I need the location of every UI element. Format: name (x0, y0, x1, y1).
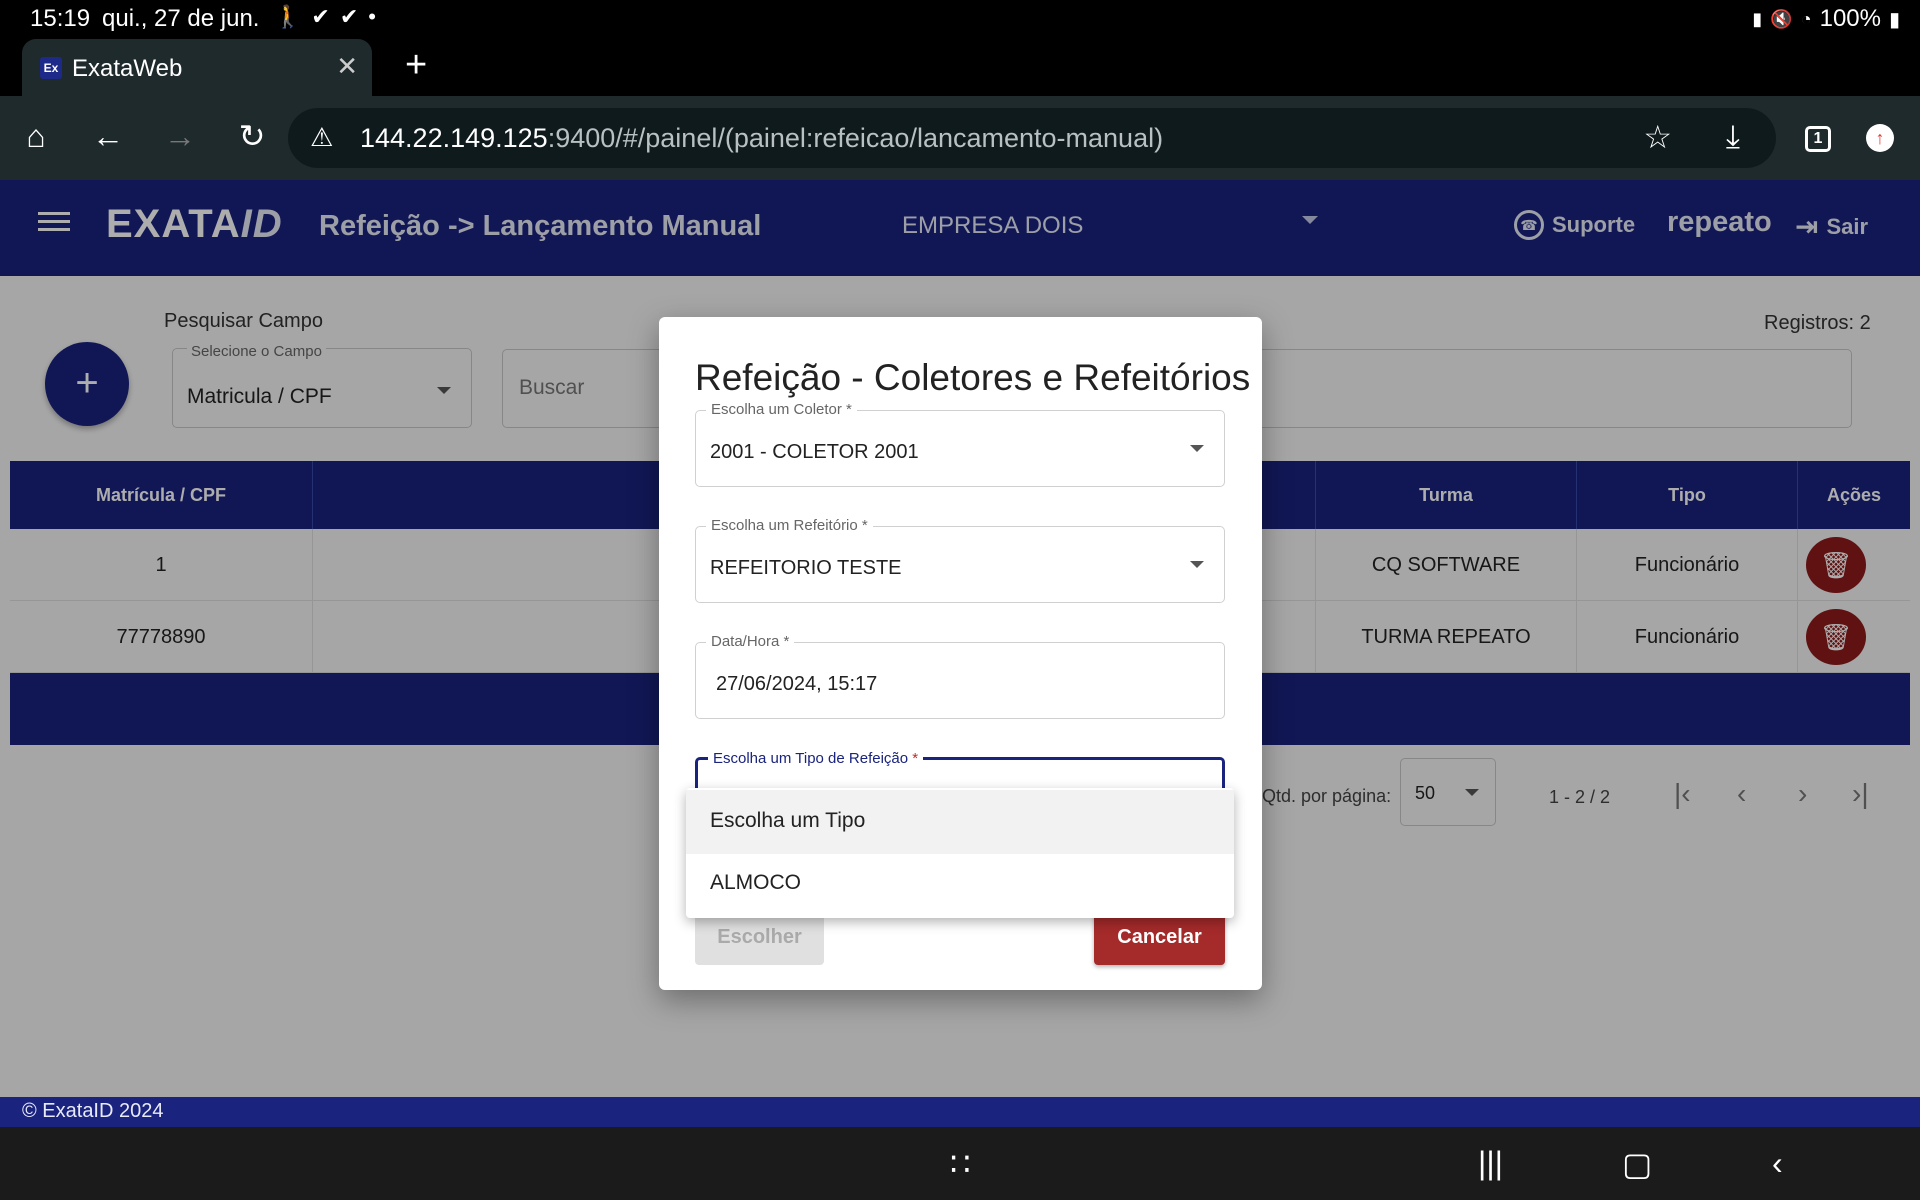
option-label: ALMOCO (710, 871, 802, 894)
refeitorio-select[interactable]: Escolha um Refeitório * REFEITORIO TESTE (695, 517, 1225, 603)
forward-icon[interactable]: → (158, 114, 202, 158)
status-system-icons: ▮ 🔇 ◔ 100% ▮ (1752, 5, 1900, 33)
check-icon: ✔ (311, 4, 330, 29)
coletor-value: 2001 - COLETOR 2001 (710, 441, 919, 463)
page-footer: © ExataID 2024 (0, 1097, 1920, 1127)
profile-update-icon[interactable]: ↑ (1866, 124, 1894, 152)
status-date: qui., 27 de jun. (102, 5, 260, 32)
coletor-label: Escolha um Coletor * (706, 401, 857, 418)
url-path: :9400/#/painel/(painel:refeicao/lancamen… (547, 123, 1164, 153)
back-icon[interactable]: ← (86, 114, 130, 158)
wifi-icon: ◔ (1800, 8, 1812, 29)
check-icon: ✔ (339, 4, 359, 29)
tab-title: ExataWeb (72, 55, 183, 82)
dropdown-option[interactable]: Escolha um Tipo (686, 790, 1234, 854)
new-tab-icon[interactable]: + (405, 44, 427, 87)
browser-toolbar: ⌂ ← → ↻ ⚠ 144.22.149.125:9400/#/painel/(… (0, 96, 1920, 180)
accessibility-icon: 🚶 (274, 4, 302, 29)
dropdown-option[interactable]: ALMOCO (686, 852, 1234, 916)
android-status-bar: 15:19 qui., 27 de jun. 🚶 ✔ ✔ • ▮ 🔇 ◔ 100… (0, 0, 1920, 36)
web-page: EXATAID Refeição -> Lançamento Manual EM… (0, 180, 1920, 1127)
url-host: 144.22.149.125 (360, 123, 548, 153)
download-icon[interactable]: ⤓ (1726, 118, 1740, 156)
mute-icon: 🔇 (1770, 8, 1793, 29)
browser-tab[interactable]: Ex ExataWeb ✕ (22, 39, 372, 96)
refeitorio-label: Escolha um Refeitório * (706, 517, 873, 534)
required-marker: * (912, 750, 919, 767)
bookmark-star-icon[interactable]: ☆ (1643, 118, 1672, 156)
close-tab-icon[interactable]: ✕ (336, 51, 358, 82)
refeitorio-value: REFEITORIO TESTE (710, 557, 902, 579)
screen: 15:19 qui., 27 de jun. 🚶 ✔ ✔ • ▮ 🔇 ◔ 100… (0, 0, 1920, 1200)
datahora-input[interactable]: Data/Hora * 27/06/2024, 15:17 (695, 633, 1225, 719)
copyright: © ExataID 2024 (22, 1100, 164, 1122)
app-drawer-icon[interactable]: ∷ (950, 1145, 970, 1183)
browser-tab-strip: Ex ExataWeb ✕ + (0, 36, 1920, 96)
status-time: 15:19 (30, 5, 91, 32)
status-notification-icons: 🚶 ✔ ✔ • (274, 4, 376, 30)
back-nav-icon[interactable]: ‹ (1772, 1145, 1783, 1182)
tipo-refeicao-label-text: Escolha um Tipo de Refeição (713, 750, 909, 767)
favicon: Ex (40, 57, 62, 79)
dot-icon: • (368, 4, 376, 29)
battery-saver-icon: ▮ (1752, 8, 1763, 29)
datahora-label: Data/Hora * (706, 633, 795, 650)
coletor-select[interactable]: Escolha um Coletor * 2001 - COLETOR 2001 (695, 401, 1225, 487)
tipo-refeicao-label: Escolha um Tipo de Refeição * (708, 750, 924, 767)
recents-icon[interactable]: ||| (1478, 1145, 1503, 1182)
address-bar[interactable]: ⚠ 144.22.149.125:9400/#/painel/(painel:r… (288, 108, 1776, 168)
datahora-value: 27/06/2024, 15:17 (716, 673, 878, 695)
tab-switcher-button[interactable]: 1 (1805, 126, 1831, 152)
battery-icon: ▮ (1888, 8, 1900, 31)
home-nav-icon[interactable]: ▢ (1622, 1145, 1652, 1183)
android-nav-bar: ∷ ||| ▢ ‹ (0, 1127, 1920, 1200)
url-text: 144.22.149.125:9400/#/painel/(painel:ref… (360, 123, 1163, 154)
option-label: Escolha um Tipo (710, 809, 866, 832)
tipo-refeicao-dropdown: Escolha um Tipo ALMOCO (686, 788, 1234, 918)
chevron-down-icon (1190, 445, 1204, 452)
chevron-down-icon (1190, 561, 1204, 568)
not-secure-warning-icon[interactable]: ⚠ (310, 122, 333, 153)
battery-level: 100% (1819, 5, 1881, 32)
home-icon[interactable]: ⌂ (14, 114, 58, 158)
dialog-title: Refeição - Coletores e Refeitórios (695, 357, 1251, 398)
reload-icon[interactable]: ↻ (230, 114, 274, 158)
